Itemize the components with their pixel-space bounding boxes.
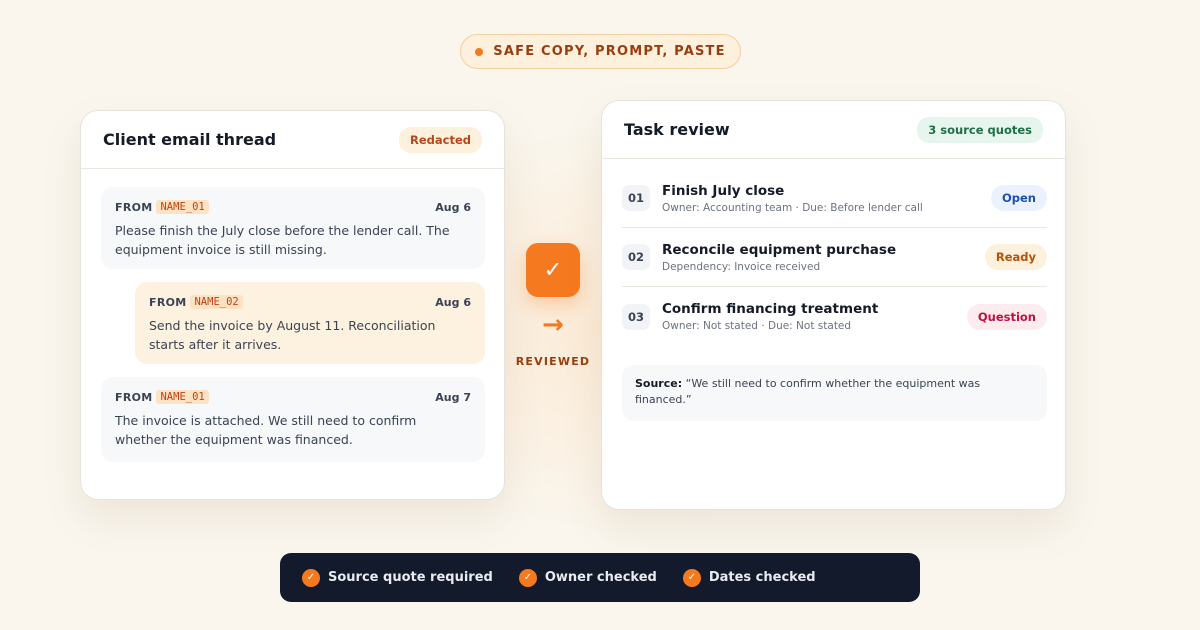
source-quotes-badge: 3 source quotes	[917, 116, 1043, 143]
message-body: Please finish the July close before the …	[115, 223, 450, 257]
task-title: Confirm financing treatment	[662, 301, 879, 317]
task-number: 03	[622, 303, 650, 330]
message-date: Aug 7	[435, 390, 471, 404]
sender-tag: NAME_01	[156, 200, 209, 214]
task-meta: Owner: Not stated · Due: Not stated	[662, 320, 852, 332]
status-badge[interactable]: Ready	[984, 244, 1047, 270]
message-body: Send the invoice by August 11. Reconcili…	[149, 318, 436, 352]
task-review-card: Task review 3 source quotes 01 Finish Ju…	[601, 100, 1066, 510]
from-label: FROM	[115, 390, 153, 404]
source-label: Source:	[635, 377, 683, 390]
header-pill-label: SAFE COPY, PROMPT, PASTE	[493, 44, 726, 59]
task-title: Reconcile equipment purchase	[662, 241, 897, 258]
task-number: 02	[622, 244, 650, 270]
message-date: Aug 6	[435, 295, 471, 309]
checklist-label: Source quote required	[328, 570, 493, 585]
email-thread-title: Client email thread	[103, 130, 277, 149]
task-title: Finish July close	[662, 182, 785, 199]
sender-tag: NAME_01	[156, 390, 209, 404]
email-thread-header: Client email thread Redacted	[81, 111, 504, 169]
message-date: Aug 6	[435, 200, 471, 214]
status-dot-icon	[475, 47, 484, 56]
reviewed-label: REVIEWED	[515, 355, 591, 368]
redacted-badge: Redacted	[399, 126, 482, 153]
checklist-item: ✓ Dates checked	[682, 568, 816, 587]
email-message[interactable]: FROM NAME_02 Aug 6 Send the invoice by A…	[135, 282, 485, 364]
checklist-label: Owner checked	[544, 570, 657, 585]
checklist-item: ✓ Source quote required	[302, 568, 493, 587]
checklist-bar: ✓ Source quote required ✓ Owner checked …	[280, 553, 920, 602]
from-label: FROM	[115, 200, 153, 214]
sender-tag: NAME_02	[190, 295, 243, 309]
task-number: 01	[622, 185, 650, 211]
task-meta: Dependency: Invoice received	[662, 260, 821, 273]
task-row[interactable]: 03 Confirm financing treatment Owner: No…	[622, 287, 1047, 346]
source-quote: “We still need to confirm whether the eq…	[635, 377, 981, 406]
from-label: FROM	[149, 295, 187, 309]
email-message[interactable]: FROM NAME_01 Aug 7 The invoice is attach…	[101, 377, 485, 462]
task-row[interactable]: 01 Finish July close Owner: Accounting t…	[622, 169, 1047, 228]
status-badge[interactable]: Open	[991, 185, 1047, 211]
check-circle-icon: ✓	[518, 568, 537, 587]
email-message[interactable]: FROM NAME_01 Aug 6 Please finish the Jul…	[101, 187, 485, 269]
check-circle-icon: ✓	[302, 568, 320, 587]
status-badge[interactable]: Question	[966, 303, 1047, 330]
task-meta: Owner: Accounting team · Due: Before len…	[662, 201, 923, 214]
source-quote-box: Source: “We still need to confirm whethe…	[622, 365, 1047, 421]
email-thread-card: Client email thread Redacted FROM NAME_0…	[80, 110, 505, 500]
check-icon: ✓	[526, 243, 580, 297]
message-body: The invoice is attached. We still need t…	[115, 413, 417, 447]
check-circle-icon: ✓	[682, 568, 701, 587]
task-row[interactable]: 02 Reconcile equipment purchase Dependen…	[622, 228, 1047, 287]
checklist-label: Dates checked	[708, 570, 816, 585]
checklist-item: ✓ Owner checked	[518, 568, 657, 587]
arrow-right-icon: →	[542, 310, 564, 340]
header-pill: SAFE COPY, PROMPT, PASTE	[460, 34, 741, 69]
task-review-title: Task review	[624, 120, 730, 139]
task-review-header: Task review 3 source quotes	[602, 101, 1065, 159]
